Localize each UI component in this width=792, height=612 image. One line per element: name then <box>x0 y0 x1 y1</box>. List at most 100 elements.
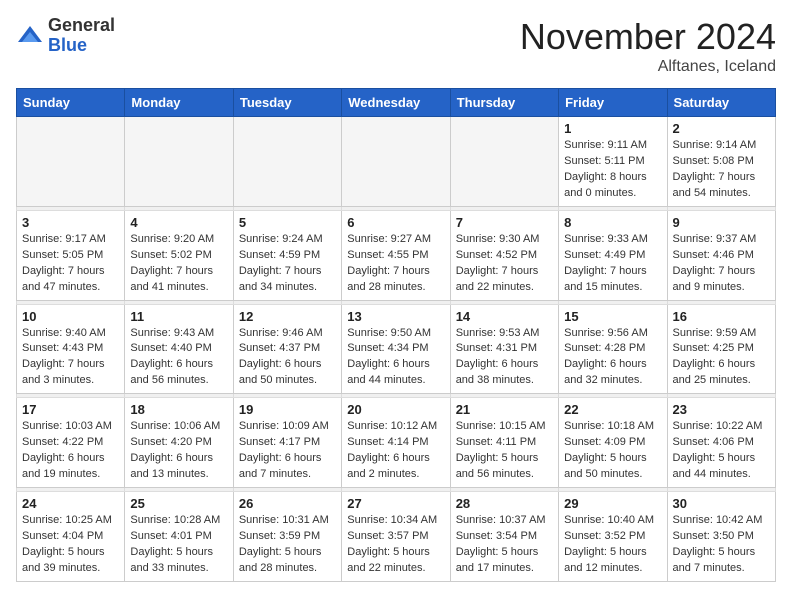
logo-text: General Blue <box>48 16 115 56</box>
day-info: Sunrise: 10:18 AM Sunset: 4:09 PM Daylig… <box>564 419 661 483</box>
day-number: 7 <box>456 215 553 230</box>
day-info: Sunrise: 9:14 AM Sunset: 5:08 PM Dayligh… <box>673 138 770 202</box>
day-info: Sunrise: 9:20 AM Sunset: 5:02 PM Dayligh… <box>130 232 227 296</box>
day-info: Sunrise: 9:11 AM Sunset: 5:11 PM Dayligh… <box>564 138 661 202</box>
day-number: 1 <box>564 121 661 136</box>
calendar-cell: 1 Sunrise: 9:11 AM Sunset: 5:11 PM Daylig… <box>559 117 667 207</box>
day-info: Sunrise: 10:34 AM Sunset: 3:57 PM Daylig… <box>347 513 444 577</box>
calendar-cell: 29Sunrise: 10:40 AM Sunset: 3:52 PM Dayl… <box>559 492 667 582</box>
weekday-header: Friday <box>559 89 667 117</box>
day-number: 12 <box>239 309 336 324</box>
calendar-cell: 16 Sunrise: 9:59 AM Sunset: 4:25 PM Dayli… <box>667 304 775 394</box>
day-info: Sunrise: 9:24 AM Sunset: 4:59 PM Dayligh… <box>239 232 336 296</box>
day-number: 15 <box>564 309 661 324</box>
day-info: Sunrise: 10:42 AM Sunset: 3:50 PM Daylig… <box>673 513 770 577</box>
calendar-cell <box>342 117 450 207</box>
calendar-cell <box>450 117 558 207</box>
calendar-week-row: 24 Sunrise: 10:25 AM Sunset: 4:04 PM Dayl… <box>17 492 776 582</box>
logo-icon <box>16 22 44 50</box>
calendar-cell: 2 Sunrise: 9:14 AM Sunset: 5:08 PM Daylig… <box>667 117 775 207</box>
day-info: Sunrise: 9:59 AM Sunset: 4:25 PM Dayligh… <box>673 326 770 390</box>
calendar-week-row: 3 Sunrise: 9:17 AM Sunset: 5:05 PM Daylig… <box>17 210 776 300</box>
day-number: 21 <box>456 402 553 417</box>
day-info: Sunrise: 9:17 AM Sunset: 5:05 PM Dayligh… <box>22 232 119 296</box>
day-number: 13 <box>347 309 444 324</box>
page-header: General Blue November 2024 Alftanes, Ice… <box>16 16 776 76</box>
calendar-cell: 25Sunrise: 10:28 AM Sunset: 4:01 PM Dayl… <box>125 492 233 582</box>
logo-general: General <box>48 15 115 35</box>
month-title: November 2024 <box>520 16 776 58</box>
calendar-cell: 21 Sunrise: 10:15 AM Sunset: 4:11 PM Dayl… <box>450 398 558 488</box>
title-block: November 2024 Alftanes, Iceland <box>520 16 776 76</box>
calendar-week-row: 17Sunrise: 10:03 AM Sunset: 4:22 PM Dayl… <box>17 398 776 488</box>
weekday-header: Tuesday <box>233 89 341 117</box>
calendar-cell: 20Sunrise: 10:12 AM Sunset: 4:14 PM Dayl… <box>342 398 450 488</box>
calendar-cell: 14 Sunrise: 9:53 AM Sunset: 4:31 PM Dayli… <box>450 304 558 394</box>
day-number: 2 <box>673 121 770 136</box>
calendar-cell: 8 Sunrise: 9:33 AM Sunset: 4:49 PM Daylig… <box>559 210 667 300</box>
calendar-cell: 3 Sunrise: 9:17 AM Sunset: 5:05 PM Daylig… <box>17 210 125 300</box>
day-info: Sunrise: 9:33 AM Sunset: 4:49 PM Dayligh… <box>564 232 661 296</box>
calendar-cell <box>17 117 125 207</box>
calendar-cell <box>125 117 233 207</box>
calendar-cell: 28 Sunrise: 10:37 AM Sunset: 3:54 PM Dayl… <box>450 492 558 582</box>
calendar-week-row: 1 Sunrise: 9:11 AM Sunset: 5:11 PM Daylig… <box>17 117 776 207</box>
day-number: 3 <box>22 215 119 230</box>
logo: General Blue <box>16 16 115 56</box>
calendar-cell: 23Sunrise: 10:22 AM Sunset: 4:06 PM Dayl… <box>667 398 775 488</box>
day-info: Sunrise: 9:50 AM Sunset: 4:34 PM Dayligh… <box>347 326 444 390</box>
day-info: Sunrise: 9:46 AM Sunset: 4:37 PM Dayligh… <box>239 326 336 390</box>
calendar-cell: 7 Sunrise: 9:30 AM Sunset: 4:52 PM Daylig… <box>450 210 558 300</box>
calendar-cell: 13 Sunrise: 9:50 AM Sunset: 4:34 PM Dayli… <box>342 304 450 394</box>
day-info: Sunrise: 10:15 AM Sunset: 4:11 PM Daylig… <box>456 419 553 483</box>
calendar-cell: 22 Sunrise: 10:18 AM Sunset: 4:09 PM Dayl… <box>559 398 667 488</box>
day-number: 29 <box>564 496 661 511</box>
calendar-cell: 15 Sunrise: 9:56 AM Sunset: 4:28 PM Dayli… <box>559 304 667 394</box>
day-info: Sunrise: 10:22 AM Sunset: 4:06 PM Daylig… <box>673 419 770 483</box>
day-number: 28 <box>456 496 553 511</box>
day-info: Sunrise: 9:56 AM Sunset: 4:28 PM Dayligh… <box>564 326 661 390</box>
calendar-cell: 6 Sunrise: 9:27 AM Sunset: 4:55 PM Daylig… <box>342 210 450 300</box>
day-number: 27 <box>347 496 444 511</box>
weekday-header: Sunday <box>17 89 125 117</box>
day-number: 19 <box>239 402 336 417</box>
day-info: Sunrise: 10:09 AM Sunset: 4:17 PM Daylig… <box>239 419 336 483</box>
day-number: 16 <box>673 309 770 324</box>
day-number: 8 <box>564 215 661 230</box>
day-info: Sunrise: 9:40 AM Sunset: 4:43 PM Dayligh… <box>22 326 119 390</box>
day-info: Sunrise: 10:37 AM Sunset: 3:54 PM Daylig… <box>456 513 553 577</box>
day-info: Sunrise: 9:53 AM Sunset: 4:31 PM Dayligh… <box>456 326 553 390</box>
weekday-header-row: SundayMondayTuesdayWednesdayThursdayFrid… <box>17 89 776 117</box>
calendar-cell: 26 Sunrise: 10:31 AM Sunset: 3:59 PM Dayl… <box>233 492 341 582</box>
day-info: Sunrise: 9:27 AM Sunset: 4:55 PM Dayligh… <box>347 232 444 296</box>
calendar-cell: 4Sunrise: 9:20 AM Sunset: 5:02 PM Daylig… <box>125 210 233 300</box>
day-number: 24 <box>22 496 119 511</box>
day-number: 11 <box>130 309 227 324</box>
day-number: 18 <box>130 402 227 417</box>
day-number: 22 <box>564 402 661 417</box>
day-info: Sunrise: 10:12 AM Sunset: 4:14 PM Daylig… <box>347 419 444 483</box>
calendar-cell: 30Sunrise: 10:42 AM Sunset: 3:50 PM Dayl… <box>667 492 775 582</box>
day-number: 9 <box>673 215 770 230</box>
calendar-cell: 11 Sunrise: 9:43 AM Sunset: 4:40 PM Dayli… <box>125 304 233 394</box>
day-number: 5 <box>239 215 336 230</box>
weekday-header: Monday <box>125 89 233 117</box>
calendar-cell <box>233 117 341 207</box>
day-info: Sunrise: 10:25 AM Sunset: 4:04 PM Daylig… <box>22 513 119 577</box>
day-number: 26 <box>239 496 336 511</box>
logo-blue: Blue <box>48 35 87 55</box>
day-info: Sunrise: 10:31 AM Sunset: 3:59 PM Daylig… <box>239 513 336 577</box>
day-info: Sunrise: 9:43 AM Sunset: 4:40 PM Dayligh… <box>130 326 227 390</box>
day-info: Sunrise: 10:06 AM Sunset: 4:20 PM Daylig… <box>130 419 227 483</box>
day-number: 6 <box>347 215 444 230</box>
weekday-header: Saturday <box>667 89 775 117</box>
day-number: 14 <box>456 309 553 324</box>
calendar-cell: 27 Sunrise: 10:34 AM Sunset: 3:57 PM Dayl… <box>342 492 450 582</box>
day-info: Sunrise: 10:03 AM Sunset: 4:22 PM Daylig… <box>22 419 119 483</box>
day-info: Sunrise: 9:37 AM Sunset: 4:46 PM Dayligh… <box>673 232 770 296</box>
day-info: Sunrise: 9:30 AM Sunset: 4:52 PM Dayligh… <box>456 232 553 296</box>
day-number: 25 <box>130 496 227 511</box>
calendar-cell: 17Sunrise: 10:03 AM Sunset: 4:22 PM Dayl… <box>17 398 125 488</box>
calendar-cell: 10 Sunrise: 9:40 AM Sunset: 4:43 PM Dayli… <box>17 304 125 394</box>
day-number: 10 <box>22 309 119 324</box>
